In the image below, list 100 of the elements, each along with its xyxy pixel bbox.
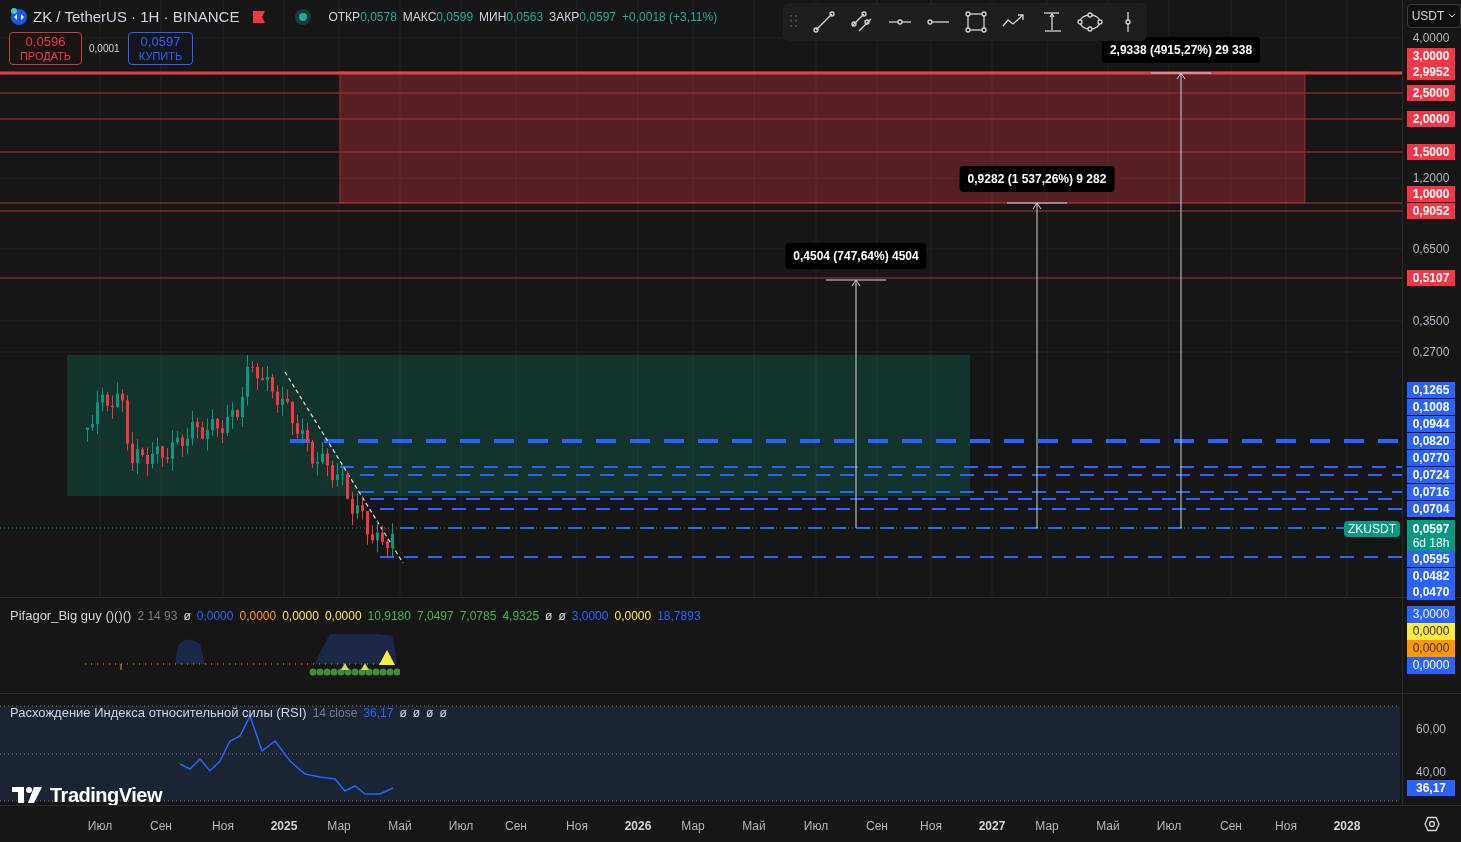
candlestick [181, 433, 184, 458]
rsi-current-label: 36,17 [1407, 780, 1455, 796]
candlestick [271, 373, 274, 399]
candlestick [291, 400, 294, 436]
candlestick [111, 394, 114, 420]
rsi-name: Расхождение Индекса относительной силы (RSI) [10, 704, 307, 722]
indicator-value: ø [545, 607, 553, 625]
candlestick [121, 388, 124, 413]
coin-logo-icon [10, 8, 28, 27]
time-axis-label: 2028 [1333, 818, 1361, 835]
price-axis-label: 2,0000 [1407, 111, 1455, 127]
candlestick [166, 447, 169, 464]
ohlc-label: МИН [479, 9, 507, 27]
candlestick [241, 386, 244, 428]
candlestick [351, 491, 354, 526]
indicator-value: ø [439, 704, 447, 722]
sell-button[interactable]: 0,0596 ПРОДАТЬ [9, 32, 82, 65]
price-axis-label: 0,0704 [1407, 501, 1455, 517]
candlestick [251, 360, 254, 374]
candlestick [376, 520, 379, 553]
price-axis-label: 0,2700 [1411, 344, 1451, 360]
trend-line-icon[interactable] [811, 9, 837, 35]
ellipse-icon[interactable] [1077, 9, 1103, 35]
measure-label: 0,4504 (747,64%) 4504 [785, 243, 927, 269]
currency-dropdown[interactable]: USDT [1407, 4, 1461, 28]
price-axis-label: 0,0944 [1407, 416, 1455, 432]
time-axis-label: Июл [1156, 818, 1182, 835]
candlestick [246, 354, 249, 407]
price-axis-label: 0,6500 [1411, 241, 1451, 257]
indicator-value: ø [183, 607, 191, 625]
candlestick [301, 417, 304, 444]
candlestick [86, 427, 89, 443]
time-axis-label: Июл [87, 818, 113, 835]
current-price-label: 0,0597 6d 18h [1407, 520, 1455, 551]
candlestick [366, 510, 369, 546]
candlestick [116, 381, 119, 409]
price-axis-label: 0,0716 [1407, 484, 1455, 500]
price-axis-label: 4,0000 [1411, 30, 1451, 46]
ohlc-value: 0,0578 [360, 9, 397, 27]
price-axis-label: 0,0724 [1407, 467, 1455, 483]
rectangle-icon[interactable] [963, 9, 989, 35]
measure-label: 2,9338 (4915,27%) 29 338 [1101, 37, 1261, 63]
price-axis-label: 1,2000 [1411, 170, 1451, 186]
time-axis-label: Ноя [212, 818, 234, 835]
indicator-value: 0,0000 [282, 607, 319, 625]
candlestick [256, 362, 259, 391]
symbol-tag: ZKUSDT [1344, 521, 1400, 537]
candlestick [281, 386, 284, 417]
ohlc-label: МАКС [402, 9, 437, 27]
indicator-value: ø [399, 704, 407, 722]
candlestick [101, 387, 104, 412]
candlestick [286, 388, 289, 405]
measure-label: 0,9282 (1 537,26%) 9 282 [959, 166, 1115, 192]
price-axis-label: 0,1265 [1407, 382, 1455, 398]
candlestick [386, 538, 389, 559]
indicator-value: 4,9325 [502, 607, 540, 625]
ohlc-value: 0,0597 [579, 9, 616, 27]
flag-icon[interactable] [252, 10, 267, 25]
candlestick [211, 408, 214, 437]
candlestick [141, 446, 144, 458]
indicator-value: 3,0000 [571, 607, 609, 625]
indicator-axis-label: 3,0000 [1407, 606, 1455, 623]
indicator-value: 18,7893 [657, 607, 701, 625]
indicator-value: 0,0000 [196, 607, 234, 625]
price-axis-label: 0,1008 [1407, 399, 1455, 415]
time-axis-label: Май [1096, 818, 1120, 835]
candlestick [316, 451, 319, 477]
price-axis-label: 1,0000 [1407, 186, 1455, 202]
candlestick [381, 525, 384, 546]
price-axis-label: 2,9952 [1407, 64, 1455, 80]
candlestick [231, 401, 234, 430]
candlestick [151, 441, 154, 469]
settings-icon[interactable] [1423, 816, 1440, 832]
candlestick [161, 445, 164, 468]
time-axis-label: 2026 [624, 818, 652, 835]
candlestick [201, 421, 204, 441]
candlestick [266, 365, 269, 392]
time-axis-label: Мар [681, 818, 705, 835]
tradingview-logo-icon [12, 787, 44, 803]
price-axis-label: 0,0820 [1407, 433, 1455, 449]
candlestick [236, 408, 239, 421]
rsi-axis-label: 40,00 [1415, 764, 1447, 780]
indicator-value: 36,17 [363, 704, 394, 722]
time-axis-label: Июл [803, 818, 829, 835]
buy-button[interactable]: 0,0597 КУПИТЬ [128, 32, 193, 65]
indicator-value: ø [558, 607, 566, 625]
candlestick [136, 438, 139, 475]
ohlc-label: ЗАКР [549, 9, 580, 27]
indicator-value: 7,0785 [459, 607, 497, 625]
candlestick [371, 524, 374, 544]
time-axis-label: Май [388, 818, 412, 835]
candlestick [156, 437, 159, 465]
spread-value: 0,0001 [89, 42, 121, 56]
candlestick [131, 431, 134, 472]
rsi-params: 14 close [312, 704, 358, 722]
time-axis-label: Июл [448, 818, 474, 835]
time-axis-label: Ноя [920, 818, 942, 835]
price-axis-label: 0,3500 [1411, 313, 1451, 329]
indicator-params: 2 14 93 [137, 607, 178, 625]
indicator-axis-label: 0,0000 [1407, 657, 1455, 674]
